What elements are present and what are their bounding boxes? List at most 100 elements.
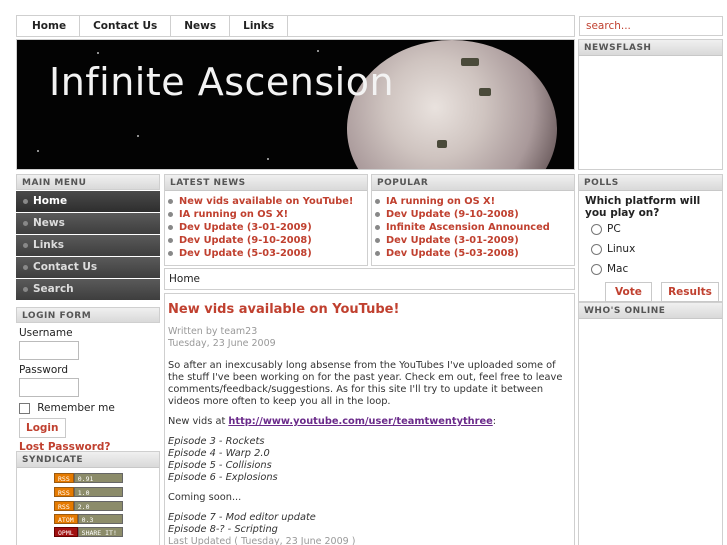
main-menu-header: MAIN MENU [16, 174, 160, 190]
opml-share-button[interactable]: OPML SHARE IT! [54, 527, 123, 537]
menu-item-contact-us[interactable]: Contact Us [16, 257, 160, 278]
breadcrumb: Home [164, 268, 575, 290]
latest-news-item[interactable]: Dev Update (9-10-2008) [165, 234, 367, 247]
item-label: Dev Update (5-03-2008) [386, 248, 519, 259]
nav-news[interactable]: News [171, 16, 231, 36]
bullet-icon [23, 199, 28, 204]
spaceship-image [461, 58, 479, 66]
episode-item: Episode 5 - Collisions [168, 460, 272, 471]
bullet-icon [23, 265, 28, 270]
last-updated: Last Updated ( Tuesday, 23 June 2009 ) [168, 536, 356, 545]
article-date: Tuesday, 23 June 2009 [168, 338, 276, 349]
option-label: Mac [607, 263, 629, 275]
nav-contact-us[interactable]: Contact Us [80, 16, 172, 36]
main-menu: MAIN MENU Home News Links Contact Us Sea… [16, 174, 160, 300]
menu-item-search[interactable]: Search [16, 279, 160, 300]
poll-option-pc[interactable]: PC [579, 219, 722, 239]
latest-news-item[interactable]: IA running on OS X! [165, 208, 367, 221]
radio-button[interactable] [591, 243, 602, 255]
article-title[interactable]: New vids available on YouTube! [168, 302, 571, 317]
popular-item[interactable]: Dev Update (9-10-2008) [372, 208, 574, 221]
item-label: Dev Update (9-10-2008) [386, 209, 519, 220]
item-label: IA running on OS X! [179, 209, 289, 220]
vote-button[interactable]: Vote [605, 282, 652, 302]
nav-links[interactable]: Links [230, 16, 289, 36]
feed-version: 2.0 [73, 501, 123, 511]
article-author: Written by team23 [168, 326, 258, 337]
menu-item-label: Home [33, 195, 68, 207]
bullet-icon [375, 225, 380, 230]
popular-item[interactable]: IA running on OS X! [372, 195, 574, 208]
bullet-icon [375, 238, 380, 243]
spaceship-image [437, 140, 447, 148]
bullet-icon [23, 243, 28, 248]
popular-item[interactable]: Infinite Ascension Announced [372, 221, 574, 234]
login-button[interactable]: Login [19, 418, 66, 438]
bullet-icon [168, 251, 173, 256]
menu-item-news[interactable]: News [16, 213, 160, 234]
menu-item-label: News [33, 217, 65, 229]
site-banner: Infinite Ascension [16, 39, 575, 170]
item-label: Dev Update (3-01-2009) [179, 222, 312, 233]
newsflash-panel: NEWSFLASH [578, 39, 723, 170]
bullet-icon [168, 199, 173, 204]
nav-home[interactable]: Home [17, 16, 81, 36]
rss-091-feed-button[interactable]: RSS 0.91 [54, 473, 123, 483]
remember-me-checkbox[interactable] [19, 402, 30, 414]
latest-news-item[interactable]: New vids available on YouTube! [165, 195, 367, 208]
vids-suffix: : [492, 416, 497, 427]
password-label: Password [19, 364, 69, 376]
menu-item-links[interactable]: Links [16, 235, 160, 256]
article-body: So after an inexcusably long absense fro… [168, 360, 563, 407]
radio-button[interactable] [591, 263, 602, 275]
polls-panel: POLLS Which platform will you play on? P… [578, 174, 723, 302]
atom-feed-button[interactable]: ATOM 0.3 [54, 514, 123, 524]
item-label: Dev Update (5-03-2008) [179, 248, 312, 259]
poll-question: Which platform will you play on? [585, 195, 701, 219]
latest-news-item[interactable]: Dev Update (3-01-2009) [165, 221, 367, 234]
coming-soon: Coming soon... [168, 492, 242, 503]
poll-option-mac[interactable]: Mac [579, 259, 722, 279]
bullet-icon [375, 251, 380, 256]
article-vids-line: New vids at http://www.youtube.com/user/… [168, 416, 571, 428]
upcoming-episode: Episode 8-? - Scripting [168, 524, 278, 535]
episode-item: Episode 6 - Explosions [168, 472, 278, 483]
bullet-icon [23, 287, 28, 292]
results-button[interactable]: Results [661, 282, 719, 302]
bullet-icon [375, 212, 380, 217]
username-label: Username [19, 327, 73, 339]
newsflash-header: NEWSFLASH [579, 40, 722, 56]
username-input[interactable] [19, 341, 79, 360]
episode-item: Episode 3 - Rockets [168, 436, 265, 447]
popular-header: POPULAR [372, 175, 574, 191]
rss-10-feed-button[interactable]: RSS 1.0 [54, 487, 123, 497]
popular-item[interactable]: Dev Update (3-01-2009) [372, 234, 574, 247]
item-label: IA running on OS X! [386, 196, 496, 207]
password-input[interactable] [19, 378, 79, 397]
feed-version: 0.91 [73, 473, 123, 483]
youtube-link[interactable]: http://www.youtube.com/user/teamtwentyth… [228, 416, 492, 427]
star-decoration [137, 135, 139, 137]
syndicate-header: SYNDICATE [17, 452, 159, 468]
bullet-icon [168, 238, 173, 243]
feed-type: OPML [54, 527, 78, 537]
menu-item-home[interactable]: Home [16, 191, 160, 212]
option-label: Linux [607, 243, 636, 255]
option-label: PC [607, 223, 621, 235]
latest-news-item[interactable]: Dev Update (5-03-2008) [165, 247, 367, 260]
remember-me-label: Remember me [37, 402, 115, 414]
bullet-icon [168, 212, 173, 217]
popular-item[interactable]: Dev Update (5-03-2008) [372, 247, 574, 260]
login-form-header: LOGIN FORM [16, 307, 160, 323]
whos-online-header: WHO'S ONLINE [579, 303, 722, 319]
bullet-icon [168, 225, 173, 230]
rss-20-feed-button[interactable]: RSS 2.0 [54, 501, 123, 511]
feed-type: ATOM [54, 514, 78, 524]
feed-version: SHARE IT! [77, 527, 123, 537]
banner-title: Infinite Ascension [49, 60, 395, 104]
search-input[interactable]: search... [579, 16, 723, 36]
poll-option-linux[interactable]: Linux [579, 239, 722, 259]
item-label: New vids available on YouTube! [179, 196, 354, 207]
radio-button[interactable] [591, 223, 602, 235]
polls-header: POLLS [579, 175, 722, 191]
